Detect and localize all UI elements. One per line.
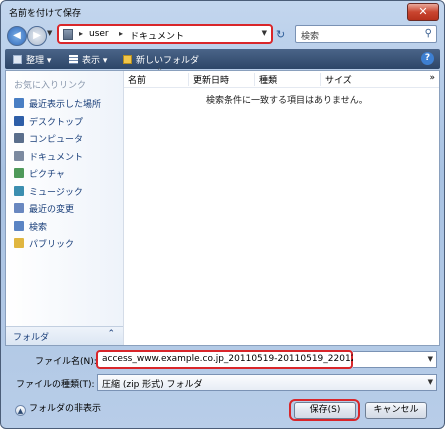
chevron-up-icon: ⌃	[107, 329, 115, 339]
organize-label: 整理	[26, 56, 45, 66]
recently-changed-icon	[14, 203, 24, 213]
column-headers: 名前 ^ 更新日時 種類 サイズ »	[124, 68, 439, 88]
hide-folders-label: フォルダの非表示	[29, 404, 102, 414]
column-name[interactable]: 名前	[124, 73, 146, 86]
forward-button[interactable]: ▶	[27, 26, 47, 46]
close-button[interactable]: ✕	[407, 3, 439, 21]
search-placeholder: 検索	[301, 32, 320, 42]
refresh-icon[interactable]: ↻	[276, 28, 285, 41]
location-icon	[63, 29, 73, 40]
window-title: 名前を付けて保存	[9, 9, 82, 19]
nav-item[interactable]: コンピュータ	[14, 132, 83, 146]
cancel-button[interactable]: キャンセル	[365, 402, 427, 419]
nav-item[interactable]: 最近表示した場所	[14, 97, 101, 111]
music-icon	[14, 185, 24, 196]
hide-folders-button[interactable]: ▲ フォルダの非表示	[15, 401, 101, 416]
search-folder-icon	[14, 220, 24, 231]
browser-pane: お気に入りリンク 最近表示した場所 デスクトップ コンピュータ ドキュメント ピクチャミ…	[5, 68, 440, 346]
column-modified[interactable]: 更新日時	[188, 73, 229, 86]
views-icon	[69, 55, 78, 64]
history-dropdown-icon[interactable]: ▼	[47, 29, 52, 37]
empty-message: 検索条件に一致する項目はありません。	[206, 96, 368, 106]
filetype-label: ファイルの種類(T):	[16, 380, 95, 390]
nav-item-label: 検索	[29, 222, 48, 233]
favorites-header: お気に入りリンク	[14, 81, 87, 91]
breadcrumb-separator-icon[interactable]: ▸	[119, 29, 123, 38]
nav-item[interactable]: デスクトップ	[14, 115, 83, 129]
address-dropdown-icon[interactable]: ▼	[262, 29, 267, 37]
folders-label: フォルダ	[13, 333, 50, 343]
new-folder-icon	[123, 55, 132, 64]
navigation-pane: お気に入りリンク 最近表示した場所 デスクトップ コンピュータ ドキュメント ピクチャミ…	[6, 71, 124, 345]
file-list: 名前 ^ 更新日時 種類 サイズ » 検索条件に一致する項目はありません。	[124, 68, 439, 345]
save-button[interactable]: 保存(S)	[294, 402, 356, 419]
new-folder-button[interactable]: 新しいフォルダ	[123, 53, 199, 66]
breadcrumb-user[interactable]: user	[89, 29, 109, 39]
search-input[interactable]: 検索 ⚲	[295, 25, 437, 43]
nav-item-label: パブリック	[29, 240, 75, 250]
chevron-down-icon: ▼	[427, 355, 433, 363]
help-icon[interactable]: ?	[421, 52, 434, 65]
filename-dropdown[interactable]: ▼	[353, 351, 437, 368]
breadcrumb-separator-icon[interactable]: ▸	[79, 29, 83, 38]
filename-label: ファイル名(N):	[35, 357, 97, 367]
sort-ascending-icon: ^	[157, 68, 163, 75]
filename-input[interactable]: access_www.example.co.jp_20110519-201105…	[96, 350, 357, 369]
computer-icon	[14, 133, 24, 143]
nav-item[interactable]: ミュージック	[14, 185, 83, 199]
address-bar[interactable]: ▸ user ▸ ドキュメント ▼	[57, 24, 273, 44]
nav-item-label: ドキュメント	[29, 152, 84, 163]
nav-item[interactable]: 最近の変更	[14, 202, 74, 216]
organize-icon	[13, 55, 22, 64]
nav-item-label: 最近の変更	[29, 205, 75, 215]
more-columns-icon[interactable]: »	[429, 73, 435, 83]
nav-item-label: ピクチャ	[29, 170, 65, 180]
search-icon[interactable]: ⚲	[425, 28, 432, 39]
nav-item[interactable]: ピクチャ	[14, 167, 65, 181]
filetype-select[interactable]: 圧縮 (zip 形式) フォルダ ▼	[97, 374, 437, 391]
desktop-icon	[14, 115, 24, 126]
folders-toggle[interactable]: フォルダ ⌃	[6, 326, 123, 345]
column-type[interactable]: 種類	[254, 73, 277, 86]
chevron-down-icon: ▼	[427, 378, 433, 386]
nav-item[interactable]: パブリック	[14, 237, 74, 251]
title-bar: 名前を付けて保存 ✕	[1, 1, 444, 23]
documents-icon	[14, 150, 24, 161]
nav-item-label: ミュージック	[29, 187, 83, 198]
nav-item-label: コンピュータ	[29, 135, 84, 145]
nav-item[interactable]: ドキュメント	[14, 150, 83, 164]
breadcrumb-documents[interactable]: ドキュメント	[130, 29, 184, 42]
save-as-dialog: 名前を付けて保存 ✕ ◀ ▶ ▼ ▸ user ▸ ドキュメント ▼ ↻ 検索 …	[0, 0, 445, 429]
pictures-icon	[14, 168, 24, 178]
views-button[interactable]: 表示 ▾	[69, 53, 107, 66]
collapse-icon: ▲	[15, 405, 26, 416]
command-toolbar: 整理 ▾ 表示 ▾ 新しいフォルダ ?	[5, 49, 440, 69]
nav-item-label: デスクトップ	[29, 117, 84, 128]
public-folder-icon	[14, 238, 24, 248]
recent-places-icon	[14, 98, 24, 108]
back-button[interactable]: ◀	[7, 26, 27, 46]
filename-value: access_www.example.co.jp_20110519-201105…	[102, 354, 357, 364]
organize-button[interactable]: 整理 ▾	[13, 53, 51, 66]
filetype-value: 圧縮 (zip 形式) フォルダ	[102, 380, 203, 390]
nav-item[interactable]: 検索	[14, 220, 47, 234]
new-folder-label: 新しいフォルダ	[136, 56, 200, 66]
column-size[interactable]: サイズ	[320, 73, 352, 86]
nav-item-label: 最近表示した場所	[29, 100, 102, 110]
views-label: 表示	[82, 56, 101, 66]
